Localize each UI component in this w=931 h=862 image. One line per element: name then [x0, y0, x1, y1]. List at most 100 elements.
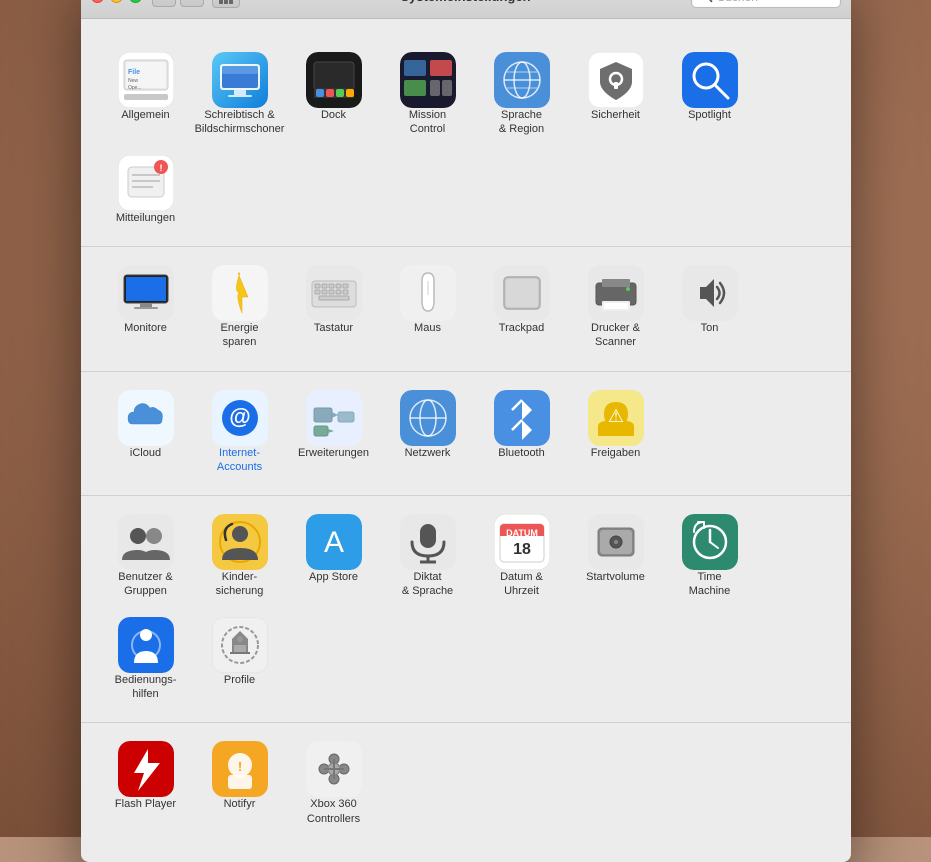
item-diktat[interactable]: Diktat& Sprache — [383, 506, 473, 605]
item-mission[interactable]: MissionControl — [383, 44, 473, 143]
item-timemachine[interactable]: TimeMachine — [665, 506, 755, 605]
item-bedienung[interactable]: Bedienungs-hilfen — [101, 609, 191, 708]
system-preferences-window: ‹ › Systemeinstellungen 🔍 Suchen — [81, 0, 851, 862]
svg-text:Ope...: Ope... — [128, 85, 142, 91]
startvolume-icon — [588, 514, 644, 570]
mitteilungen-label: Mitteilungen — [116, 211, 175, 225]
svg-text:!: ! — [159, 163, 162, 173]
item-sprache[interactable]: Sprache& Region — [477, 44, 567, 143]
svg-text:A: A — [323, 526, 343, 559]
svg-text:⚠: ⚠ — [607, 406, 623, 426]
spotlight-icon — [682, 52, 738, 108]
item-startvolume[interactable]: Startvolume — [571, 506, 661, 605]
item-maus[interactable]: Maus — [383, 257, 473, 356]
titlebar: ‹ › Systemeinstellungen 🔍 Suchen — [81, 0, 851, 19]
schreibtisch-icon — [212, 52, 268, 108]
internet-icon: @ — [212, 390, 268, 446]
item-flashplayer[interactable]: Flash Player — [101, 733, 191, 832]
item-xbox[interactable]: Xbox 360Controllers — [289, 733, 379, 832]
nav-buttons: ‹ › — [152, 0, 204, 7]
energie-icon — [212, 265, 268, 321]
item-erweiterungen[interactable]: Erweiterungen — [289, 382, 379, 481]
xbox-label: Xbox 360Controllers — [307, 797, 360, 826]
allgemein-label: Allgemein — [121, 108, 169, 122]
content-area: File New Ope... Allgemein — [81, 19, 851, 862]
notifyr-icon: ! — [212, 741, 268, 797]
datum-icon: DATUM 18 — [494, 514, 550, 570]
benutzer-icon — [118, 514, 174, 570]
search-placeholder: Suchen — [717, 0, 758, 4]
item-tastatur[interactable]: Tastatur — [289, 257, 379, 356]
mitteilungen-icon: ! — [118, 155, 174, 211]
section-hardware-grid: Monitore Energiesparen — [101, 257, 831, 356]
search-box[interactable]: 🔍 Suchen — [691, 0, 841, 8]
section-system: Benutzer &Gruppen Kinder-sicherung — [81, 496, 851, 723]
item-drucker[interactable]: Drucker &Scanner — [571, 257, 661, 356]
freigaben-label: Freigaben — [591, 446, 641, 460]
item-benutzer[interactable]: Benutzer &Gruppen — [101, 506, 191, 605]
flashplayer-label: Flash Player — [115, 797, 176, 811]
grid-icon — [219, 0, 233, 4]
freigaben-icon: ⚠ — [588, 390, 644, 446]
schreibtisch-label: Schreibtisch &Bildschirmschoner — [195, 108, 285, 137]
item-datum[interactable]: DATUM 18 Datum &Uhrzeit — [477, 506, 567, 605]
mission-label: MissionControl — [409, 108, 446, 137]
xbox-icon — [306, 741, 362, 797]
item-freigaben[interactable]: ⚠ Freigaben — [571, 382, 661, 481]
search-icon: 🔍 — [700, 0, 714, 3]
flashplayer-icon — [118, 741, 174, 797]
netzwerk-label: Netzwerk — [405, 446, 451, 460]
section-system-grid: Benutzer &Gruppen Kinder-sicherung — [101, 506, 831, 707]
sicherheit-label: Sicherheit — [591, 108, 640, 122]
ton-icon — [682, 265, 738, 321]
netzwerk-icon — [400, 390, 456, 446]
svg-text:File: File — [128, 69, 140, 76]
section-other-grid: Flash Player ! Notifyr — [101, 733, 831, 832]
icloud-label: iCloud — [130, 446, 161, 460]
item-mitteilungen[interactable]: ! Mitteilungen — [101, 147, 191, 231]
svg-text:!: ! — [237, 759, 241, 774]
drucker-label: Drucker &Scanner — [591, 321, 640, 350]
item-notifyr[interactable]: ! Notifyr — [195, 733, 285, 832]
close-button[interactable] — [91, 0, 104, 3]
back-button[interactable]: ‹ — [152, 0, 176, 7]
grid-view-button[interactable] — [212, 0, 240, 8]
maximize-button[interactable] — [129, 0, 142, 3]
timemachine-label: TimeMachine — [689, 570, 731, 599]
notifyr-label: Notifyr — [224, 797, 256, 811]
energie-label: Energiesparen — [221, 321, 259, 350]
item-allgemein[interactable]: File New Ope... Allgemein — [101, 44, 191, 143]
tastatur-label: Tastatur — [314, 321, 353, 335]
item-profile[interactable]: Profile — [195, 609, 285, 708]
minimize-button[interactable] — [110, 0, 123, 3]
item-internet[interactable]: @ Internet-Accounts — [195, 382, 285, 481]
datum-label: Datum &Uhrzeit — [500, 570, 543, 599]
timemachine-icon — [682, 514, 738, 570]
forward-button[interactable]: › — [180, 0, 204, 7]
diktat-label: Diktat& Sprache — [402, 570, 453, 599]
item-sicherheit[interactable]: Sicherheit — [571, 44, 661, 143]
spotlight-label: Spotlight — [688, 108, 731, 122]
item-spotlight[interactable]: Spotlight — [665, 44, 755, 143]
svg-text:18: 18 — [513, 541, 531, 558]
window-title: Systemeinstellungen — [400, 0, 530, 4]
bedienung-label: Bedienungs-hilfen — [115, 673, 177, 702]
item-appstore[interactable]: A App Store — [289, 506, 379, 605]
item-schreibtisch[interactable]: Schreibtisch &Bildschirmschoner — [195, 44, 285, 143]
item-energie[interactable]: Energiesparen — [195, 257, 285, 356]
internet-label: Internet-Accounts — [217, 446, 262, 475]
item-icloud[interactable]: iCloud — [101, 382, 191, 481]
item-bluetooth[interactable]: Bluetooth — [477, 382, 567, 481]
item-dock[interactable]: Dock — [289, 44, 379, 143]
item-netzwerk[interactable]: Netzwerk — [383, 382, 473, 481]
item-trackpad[interactable]: Trackpad — [477, 257, 567, 356]
sprache-label: Sprache& Region — [499, 108, 544, 137]
section-internet: iCloud @ Internet-Accounts — [81, 372, 851, 497]
item-kinder[interactable]: Kinder-sicherung — [195, 506, 285, 605]
svg-text:@: @ — [229, 404, 250, 429]
item-ton[interactable]: Ton — [665, 257, 755, 356]
monitore-icon — [118, 265, 174, 321]
sprache-icon — [494, 52, 550, 108]
item-monitore[interactable]: Monitore — [101, 257, 191, 356]
section-internet-grid: iCloud @ Internet-Accounts — [101, 382, 831, 481]
